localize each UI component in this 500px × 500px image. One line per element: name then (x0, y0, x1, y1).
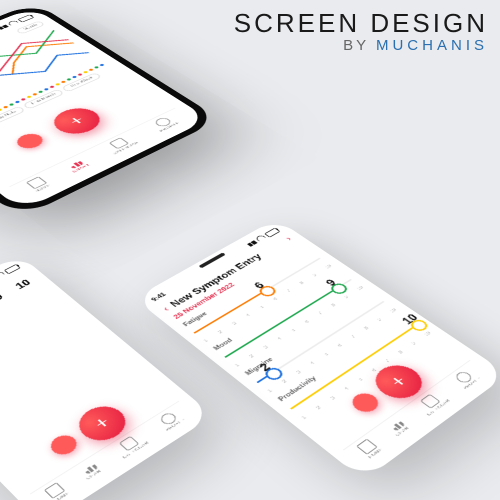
wifi-icon (256, 236, 266, 242)
signal-icon (247, 240, 258, 246)
wifi-icon (8, 21, 19, 26)
phone-frame-chart: 9:41 Activity Month All TimePlace NoteTh… (0, 2, 221, 218)
day-dot (15, 100, 21, 103)
back-chevron-icon[interactable]: ‹ (160, 305, 172, 314)
day-dot (20, 98, 26, 101)
day-dot (99, 64, 104, 67)
day-dot (83, 71, 88, 74)
day-dot (3, 106, 9, 109)
nav-home[interactable]: Home (25, 176, 53, 193)
mini-fab[interactable] (46, 432, 82, 459)
wifi-icon (0, 272, 5, 278)
battery-icon (4, 264, 21, 274)
mini-fab[interactable] (12, 131, 47, 151)
nav-calendar[interactable]: Calendar (414, 390, 452, 417)
day-dot (66, 78, 72, 81)
battery-icon (264, 227, 280, 237)
nav-profile[interactable]: Profile (155, 409, 188, 433)
mini-fab[interactable] (347, 390, 383, 416)
day-dot (0, 108, 3, 111)
day-dot (26, 95, 32, 98)
nav-home[interactable]: Home (43, 482, 71, 500)
day-dot (77, 73, 82, 76)
day-dot (9, 103, 15, 106)
screen-chart: 9:41 Activity Month All TimePlace NoteTh… (0, 7, 209, 210)
day-dot (38, 90, 44, 93)
day-dot (88, 68, 93, 71)
nav-chart[interactable]: Chart (386, 418, 413, 438)
brand-title: SCREEN DESIGN (234, 8, 488, 39)
day-dot (61, 80, 67, 83)
nav-home[interactable]: Home (355, 438, 384, 460)
day-dot (49, 85, 55, 88)
nav-profile[interactable]: Profile (450, 368, 483, 391)
brand-subtitle: BY MUCHANIS (234, 37, 488, 54)
day-dot (94, 66, 99, 69)
branding: SCREEN DESIGN BY MUCHANIS (234, 8, 488, 54)
nav-calendar[interactable]: Calendar (102, 134, 140, 155)
battery-icon (17, 14, 34, 22)
signal-icon (0, 25, 9, 30)
day-dot (55, 83, 61, 86)
nav-profile[interactable]: Profile (149, 115, 181, 133)
screen-symptom-entry: 9:41 ‹ New Symptom Entry › 25 November 2… (134, 219, 500, 481)
nav-chart[interactable]: Chart (78, 460, 105, 481)
status-time: 9:41 (150, 291, 168, 302)
nav-chart[interactable]: Chart (64, 158, 91, 174)
day-dot (72, 76, 77, 79)
day-dot (32, 93, 38, 96)
forward-chevron-icon[interactable]: › (283, 235, 294, 243)
day-dot (44, 88, 50, 91)
